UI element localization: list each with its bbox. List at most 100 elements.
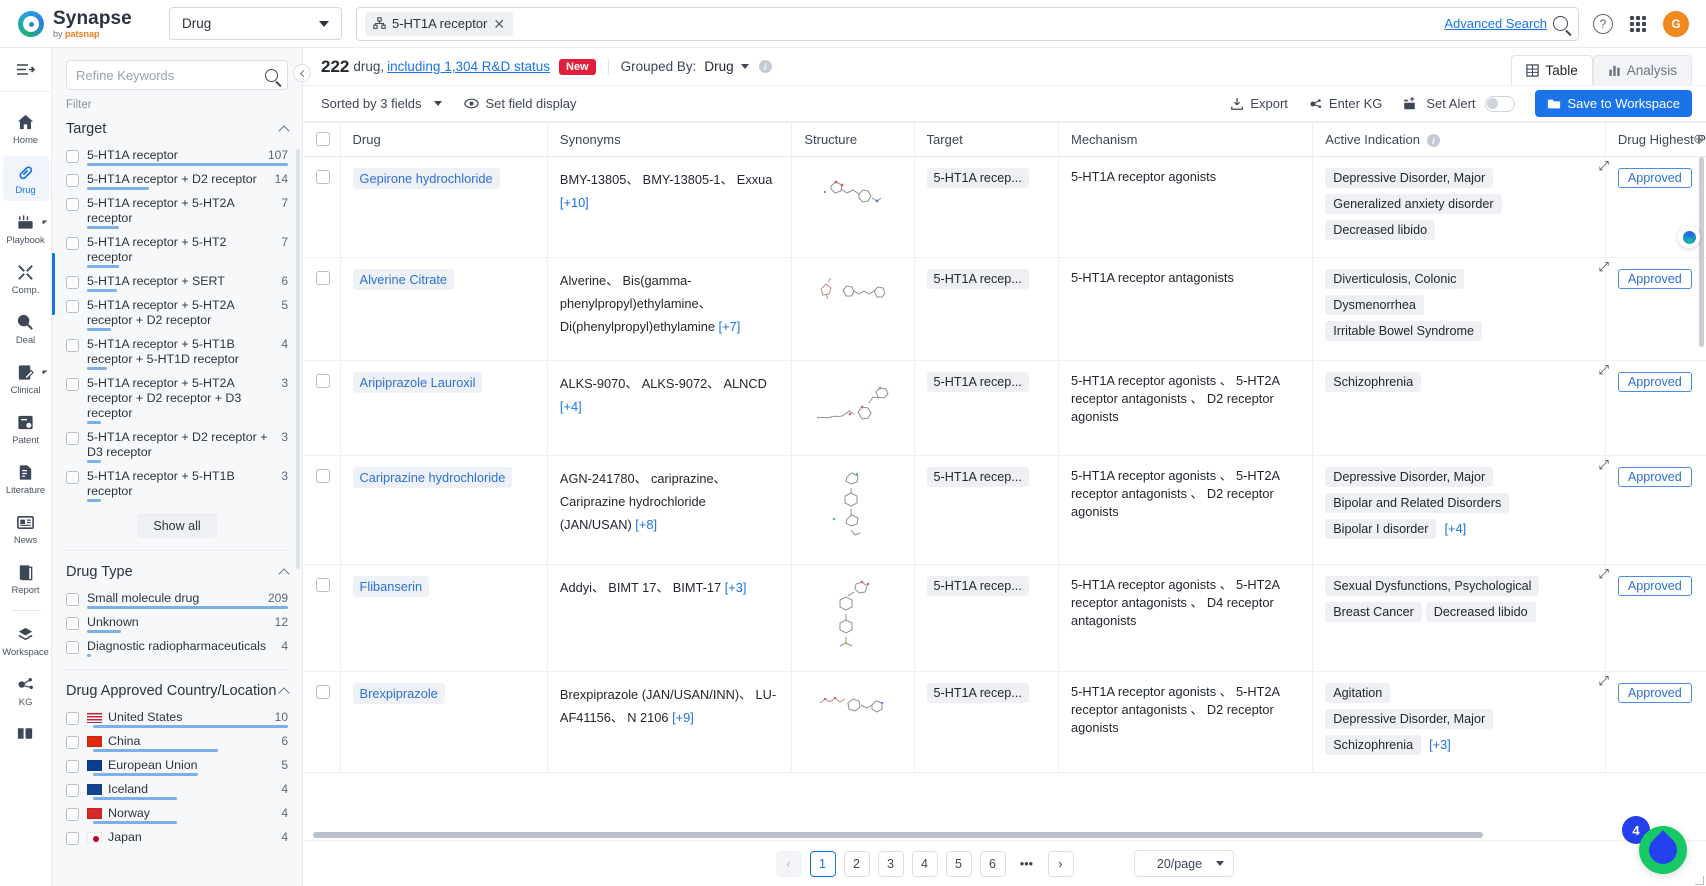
filter-option[interactable]: Japan 4 xyxy=(66,828,288,845)
sidebar-item-clinical[interactable]: Clinical xyxy=(3,356,49,401)
drug-link[interactable]: Aripiprazole Lauroxil xyxy=(352,371,483,393)
filter-option[interactable]: 5-HT1A receptor 107 xyxy=(66,146,288,170)
column-header-mechanism[interactable]: Mechanism xyxy=(1058,123,1314,157)
target-pill[interactable]: 5-HT1A recep... xyxy=(926,371,1029,392)
table-row[interactable]: Aripiprazole Lauroxil ALKS-9070、 ALKS-90… xyxy=(303,360,1706,456)
checkbox[interactable] xyxy=(66,237,79,250)
grouped-by-value[interactable]: Drug xyxy=(704,59,733,74)
expand-icon[interactable]: ⤢ xyxy=(1598,566,1608,582)
column-header-drug[interactable]: Drug xyxy=(340,123,548,157)
filter-option[interactable]: China 6 xyxy=(66,732,288,756)
checkbox[interactable] xyxy=(66,471,79,484)
apps-grid-icon[interactable] xyxy=(1630,15,1646,32)
filter-option[interactable]: 5-HT1A receptor + SERT 6 xyxy=(66,272,288,296)
column-header-structure[interactable]: Structure xyxy=(791,123,915,157)
target-pill[interactable]: 5-HT1A recep... xyxy=(926,575,1029,596)
filter-option[interactable]: European Union 5 xyxy=(66,756,288,780)
checkbox[interactable] xyxy=(66,808,79,821)
filter-option[interactable]: 5-HT1A receptor + 5-HT2A receptor + D2 r… xyxy=(66,374,288,428)
checkbox[interactable] xyxy=(316,131,330,146)
drug-link[interactable]: Flibanserin xyxy=(352,575,430,597)
set-alert-toggle[interactable] xyxy=(1484,95,1515,112)
refine-keywords-field[interactable] xyxy=(66,60,288,90)
page-button-5[interactable]: 5 xyxy=(945,850,972,877)
target-pill[interactable]: 5-HT1A recep... xyxy=(926,682,1029,703)
search-icon[interactable] xyxy=(1553,16,1568,31)
floating-orb-button[interactable] xyxy=(1678,226,1700,248)
set-alert-control[interactable]: Set Alert xyxy=(1402,95,1515,112)
expand-icon[interactable]: ⤢ xyxy=(1598,362,1608,378)
checkbox[interactable] xyxy=(66,593,79,606)
filter-option[interactable]: Norway 4 xyxy=(66,804,288,828)
results-table-container[interactable]: ⊕ Drug Synonyms Structure Target Mechani… xyxy=(303,122,1706,840)
resize-handle[interactable] xyxy=(1695,876,1704,885)
pagination-ellipsis[interactable]: ••• xyxy=(1014,851,1040,877)
sidebar-item-literature[interactable]: Literature xyxy=(3,456,49,501)
filter-option[interactable]: 5-HT1A receptor + 5-HT1B receptor + 5-HT… xyxy=(66,335,288,374)
filter-option[interactable]: 5-HT1A receptor + 5-HT2A receptor + D2 r… xyxy=(66,296,288,335)
synonyms-more-link[interactable]: [+8] xyxy=(635,517,657,532)
prev-page-button[interactable]: ‹ xyxy=(775,850,802,877)
sidebar-item-home[interactable]: Home xyxy=(3,106,49,151)
expand-icon[interactable]: ⤢ xyxy=(1598,457,1608,473)
search-bar[interactable]: 5-HT1A receptor ✕ Advanced Search xyxy=(356,6,1579,41)
drug-link[interactable]: Cariprazine hydrochloride xyxy=(352,466,513,488)
show-all-button[interactable]: Show all xyxy=(137,513,217,538)
expand-icon[interactable]: ⤢ xyxy=(1598,673,1608,689)
per-page-select[interactable]: 20/page xyxy=(1133,850,1234,877)
filter-option[interactable]: Unknown 12 xyxy=(66,613,288,637)
indications-more-link[interactable]: [+3] xyxy=(1429,737,1451,752)
drug-link[interactable]: Gepirone hydrochloride xyxy=(352,167,500,189)
checkbox[interactable] xyxy=(66,712,79,725)
page-button-6[interactable]: 6 xyxy=(979,850,1006,877)
sidebar-item-more[interactable] xyxy=(3,718,49,746)
expand-icon[interactable]: ⤢ xyxy=(1598,259,1608,275)
checkbox[interactable] xyxy=(66,276,79,289)
checkbox[interactable] xyxy=(316,684,330,699)
set-field-display-button[interactable]: Set field display xyxy=(464,96,577,111)
avatar[interactable]: G xyxy=(1663,10,1689,37)
expand-icon[interactable]: ⤢ xyxy=(1598,158,1608,174)
sidebar-item-news[interactable]: News xyxy=(3,506,49,551)
table-row[interactable]: Alverine Citrate Alverine、 Bis(gamma-phe… xyxy=(303,257,1706,361)
close-icon[interactable]: ✕ xyxy=(493,17,505,31)
brand-logo[interactable]: Synapse by patsnap xyxy=(0,9,155,39)
tab-analysis[interactable]: Analysis xyxy=(1592,55,1692,85)
indications-more-link[interactable]: [+4] xyxy=(1444,521,1466,536)
synonyms-more-link[interactable]: [+10] xyxy=(560,195,589,210)
column-header-target[interactable]: Target xyxy=(914,123,1059,157)
checkbox[interactable] xyxy=(66,378,79,391)
vertical-scrollbar[interactable] xyxy=(1699,157,1704,347)
save-to-workspace-button[interactable]: Save to Workspace xyxy=(1534,90,1692,117)
checkbox[interactable] xyxy=(66,784,79,797)
checkbox[interactable] xyxy=(316,577,330,592)
sidebar-item-kg[interactable]: KG xyxy=(3,668,49,713)
enter-kg-button[interactable]: Enter KG xyxy=(1308,96,1382,111)
sidebar-item-drug[interactable]: Drug xyxy=(2,156,49,201)
search-icon[interactable] xyxy=(265,68,278,82)
advanced-search-link[interactable]: Advanced Search xyxy=(1444,16,1547,31)
chevron-down-icon[interactable] xyxy=(740,64,749,69)
info-icon[interactable]: i xyxy=(1426,134,1440,147)
search-type-select[interactable]: Drug xyxy=(169,7,342,40)
filter-option[interactable]: 5-HT1A receptor + 5-HT2 receptor 7 xyxy=(66,233,288,272)
synonyms-more-link[interactable]: [+7] xyxy=(719,319,741,334)
filter-scrollbar[interactable] xyxy=(296,149,300,569)
column-header-active-indication[interactable]: Active Indication i xyxy=(1312,123,1606,157)
table-row[interactable]: Brexpiprazole Brexpiprazole (JAN/USAN/IN… xyxy=(303,671,1706,773)
filter-option[interactable]: 5-HT1A receptor + 5-HT1B receptor 3 xyxy=(66,467,288,506)
filter-option[interactable]: 5-HT1A receptor + D2 receptor + D3 recep… xyxy=(66,428,288,467)
horizontal-scrollbar[interactable] xyxy=(313,832,1483,838)
table-row[interactable]: Gepirone hydrochloride BMY-13805、 BMY-13… xyxy=(303,156,1706,258)
page-button-2[interactable]: 2 xyxy=(843,850,870,877)
drug-link[interactable]: Alverine Citrate xyxy=(352,268,455,290)
sidebar-item-patent[interactable]: Patent xyxy=(3,406,49,451)
checkbox[interactable] xyxy=(66,832,79,845)
sorted-by-button[interactable]: Sorted by 3 fields xyxy=(321,96,443,111)
checkbox[interactable] xyxy=(66,736,79,749)
checkbox[interactable] xyxy=(66,174,79,187)
page-button-4[interactable]: 4 xyxy=(911,850,938,877)
rd-status-link[interactable]: including 1,304 R&D status xyxy=(387,59,550,74)
synonyms-more-link[interactable]: [+4] xyxy=(560,399,582,414)
synonyms-more-link[interactable]: [+9] xyxy=(672,710,694,725)
